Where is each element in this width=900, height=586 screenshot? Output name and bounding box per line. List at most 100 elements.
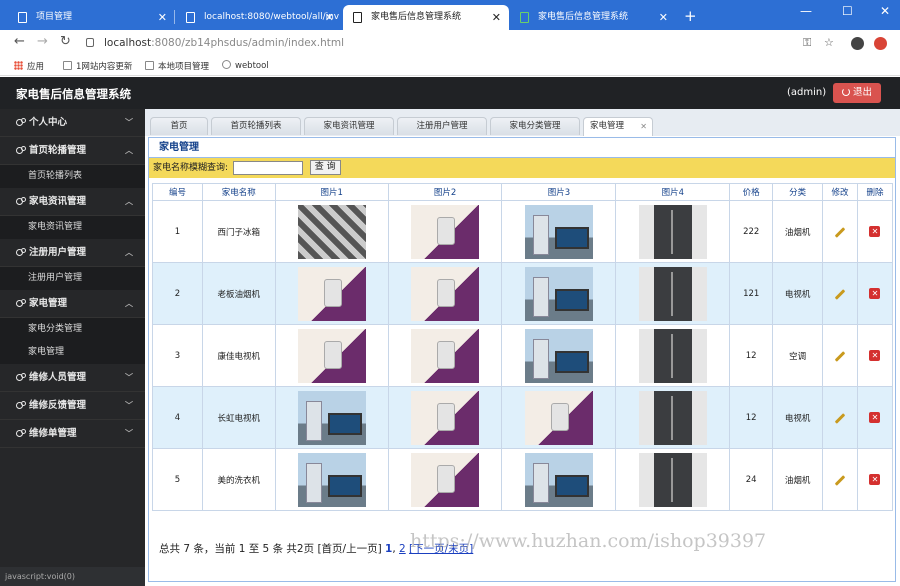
edit-pencil-icon[interactable] xyxy=(834,474,846,486)
sidebar-item-news[interactable]: 家电资讯管理 xyxy=(0,216,145,239)
key-icon[interactable]: ⚿ xyxy=(803,36,811,50)
sidebar-group-technicians[interactable]: 维修人员管理 ﹀ xyxy=(0,364,145,392)
browser-tab[interactable]: 家电售后信息管理系统 ✕ xyxy=(510,5,676,30)
back-icon[interactable]: ← xyxy=(14,34,25,49)
col-header[interactable]: 价格 xyxy=(729,183,774,201)
cell-id: 4 xyxy=(152,386,203,449)
cell-image xyxy=(501,200,617,263)
sidebar-group-news[interactable]: 家电资讯管理 ︿ xyxy=(0,188,145,216)
sidebar-group-carousel[interactable]: 首页轮播管理 ︿ xyxy=(0,137,145,165)
browser-tab[interactable]: localhost:8080/webtool/all/inv ✕ xyxy=(176,5,342,30)
appliance-image xyxy=(638,452,707,507)
edit-pencil-icon[interactable] xyxy=(834,412,846,424)
maximize-icon[interactable]: ☐ xyxy=(842,4,853,18)
cell-image xyxy=(615,448,731,511)
col-header[interactable]: 图片4 xyxy=(615,183,731,201)
delete-icon[interactable]: ✕ xyxy=(869,288,881,299)
panel-title: 家电管理 xyxy=(149,138,895,158)
bookmark-apps[interactable]: 应用 xyxy=(14,60,44,72)
cell-edit xyxy=(822,386,858,449)
sidebar-item-categories[interactable]: 家电分类管理 xyxy=(0,318,145,341)
cell-image xyxy=(615,262,731,325)
cogs-icon xyxy=(16,248,26,256)
col-header[interactable]: 家电名称 xyxy=(201,183,276,201)
sidebar-group-feedback[interactable]: 维修反馈管理 ﹀ xyxy=(0,392,145,420)
cell-image xyxy=(387,386,503,449)
col-header[interactable]: 分类 xyxy=(772,183,824,201)
close-tab-icon[interactable]: ✕ xyxy=(640,118,647,135)
close-tab-icon[interactable]: ✕ xyxy=(325,5,334,30)
delete-icon[interactable]: ✕ xyxy=(869,226,881,237)
bookmark-item[interactable]: webtool xyxy=(222,60,269,71)
forward-icon[interactable]: → xyxy=(37,34,48,49)
delete-icon[interactable]: ✕ xyxy=(869,474,881,485)
tab-categories[interactable]: 家电分类管理 xyxy=(490,117,580,135)
cell-id: 5 xyxy=(152,448,203,511)
browser-tab-active[interactable]: 家电售后信息管理系统 ✕ xyxy=(343,5,509,30)
tab-carousel-list[interactable]: 首页轮播列表 xyxy=(211,117,301,135)
extension-icon[interactable] xyxy=(874,37,887,50)
table-row: 4 长虹电视机 12 电视机 ✕ xyxy=(152,386,894,449)
cell-image xyxy=(501,386,617,449)
cell-name: 美的洗衣机 xyxy=(201,448,276,511)
cell-delete: ✕ xyxy=(856,448,894,511)
sidebar-group-orders[interactable]: 维修单管理 ﹀ xyxy=(0,420,145,448)
col-header[interactable]: 图片3 xyxy=(501,183,617,201)
appliance-image xyxy=(638,204,707,259)
profile-icon[interactable] xyxy=(851,37,864,50)
sidebar-item-carousel-list[interactable]: 首页轮播列表 xyxy=(0,165,145,188)
sidebar-item-appliances[interactable]: 家电管理 xyxy=(0,341,145,364)
tab-users[interactable]: 注册用户管理 xyxy=(397,117,487,135)
sidebar-item-users[interactable]: 注册用户管理 xyxy=(0,267,145,290)
cell-delete: ✕ xyxy=(856,262,894,325)
status-bar: javascript:void(0) xyxy=(0,567,145,586)
sidebar-group-appliances[interactable]: 家电管理 ︿ xyxy=(0,290,145,318)
search-input[interactable] xyxy=(232,160,303,175)
cell-edit xyxy=(822,448,858,511)
tab-news[interactable]: 家电资讯管理 xyxy=(304,117,394,135)
cell-category: 油烟机 xyxy=(772,448,824,511)
url-field[interactable]: localhost:8080/zb14phsdus/admin/index.ht… xyxy=(80,33,800,53)
table-row: 1 西门子冰箱 222 油烟机 ✕ xyxy=(152,200,894,263)
close-tab-icon[interactable]: ✕ xyxy=(492,5,501,30)
cell-name: 老板油烟机 xyxy=(201,262,276,325)
star-icon[interactable]: ☆ xyxy=(824,36,834,49)
col-header[interactable]: 图片1 xyxy=(274,183,389,201)
sidebar-group-users[interactable]: 注册用户管理 ︿ xyxy=(0,239,145,267)
info-icon[interactable] xyxy=(86,38,94,47)
close-window-icon[interactable]: ✕ xyxy=(880,4,890,18)
browser-tab[interactable]: 项目管理 ✕ xyxy=(8,5,175,30)
logout-button[interactable]: 退出 xyxy=(833,83,881,103)
cell-price: 121 xyxy=(729,262,774,325)
new-tab-button[interactable]: + xyxy=(684,7,697,25)
minimize-icon[interactable]: — xyxy=(800,4,812,18)
tab-appliances[interactable]: 家电管理 ✕ xyxy=(583,117,653,136)
close-tab-icon[interactable]: ✕ xyxy=(158,5,167,30)
edit-pencil-icon[interactable] xyxy=(834,350,846,362)
search-button[interactable]: 查 询 xyxy=(309,160,341,175)
watermark: https://www.huzhan.com/ishop39397 xyxy=(410,530,767,552)
pager-page-link[interactable]: 2 xyxy=(399,543,406,555)
delete-icon[interactable]: ✕ xyxy=(869,412,881,423)
bookmark-item[interactable]: 1网站内容更新 xyxy=(63,60,132,72)
appliance-image xyxy=(524,328,593,383)
col-header[interactable]: 编号 xyxy=(152,183,203,201)
reload-icon[interactable]: ↻ xyxy=(60,34,71,49)
document-icon xyxy=(353,12,362,23)
sidebar: 个人中心 ﹀ 首页轮播管理 ︿ 首页轮播列表 家电资讯管理 ︿ 家电资讯管理 注册用户… xyxy=(0,109,145,586)
table-row: 3 康佳电视机 12 空调 ✕ xyxy=(152,324,894,387)
sidebar-group-personal[interactable]: 个人中心 ﹀ xyxy=(0,109,145,137)
cell-image xyxy=(501,448,617,511)
col-header[interactable]: 图片2 xyxy=(387,183,503,201)
cell-price: 222 xyxy=(729,200,774,263)
cell-edit xyxy=(822,262,858,325)
chevron-down-icon: ﹀ xyxy=(125,373,133,382)
edit-pencil-icon[interactable] xyxy=(834,226,846,238)
table-header-row: 编号 家电名称 图片1 图片2 图片3 图片4 价格 分类 修改 删除 xyxy=(152,183,894,201)
tab-home[interactable]: 首页 xyxy=(150,117,208,135)
pager-page-current: 1 xyxy=(385,543,393,555)
edit-pencil-icon[interactable] xyxy=(834,288,846,300)
close-tab-icon[interactable]: ✕ xyxy=(659,5,668,30)
delete-icon[interactable]: ✕ xyxy=(869,350,881,361)
bookmark-item[interactable]: 本地项目管理 xyxy=(145,60,209,72)
